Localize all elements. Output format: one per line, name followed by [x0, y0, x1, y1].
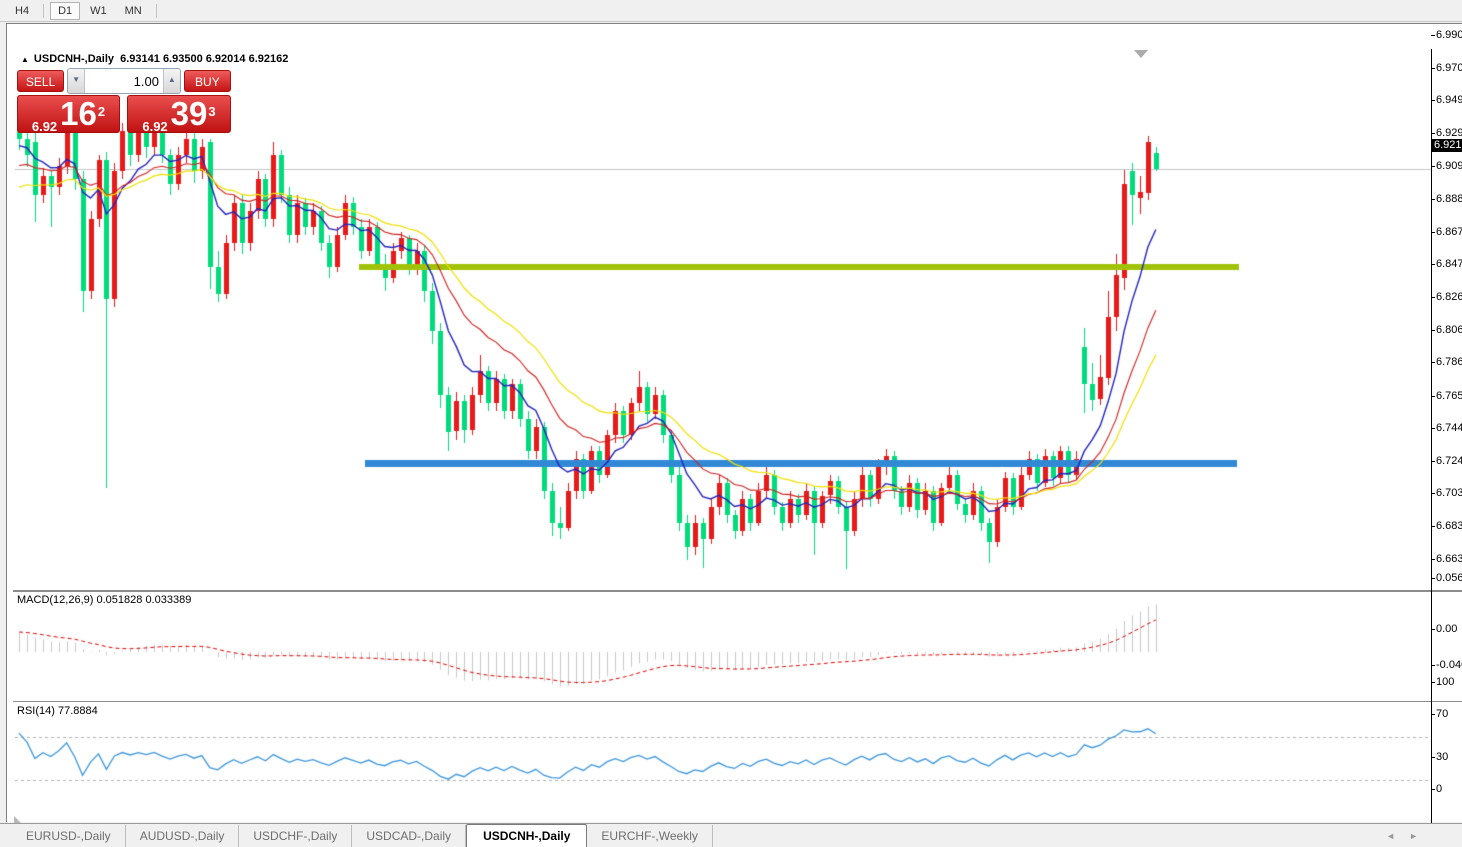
chart-tab-eurchf-weekly[interactable]: EURCHF-,Weekly: [587, 825, 713, 847]
axis-tick: [1431, 558, 1435, 560]
rsi-tick-label: 0: [1436, 783, 1443, 796]
price-tick-label: 6.66310: [1436, 552, 1462, 565]
axis-tick: [1431, 199, 1435, 201]
volume-increase-icon[interactable]: ▲: [162, 69, 180, 93]
tab-scroll-right-icon[interactable]: ►: [1409, 831, 1418, 841]
buy-price-pips: 39: [170, 95, 208, 132]
macd-tick-label: 0.00: [1436, 623, 1458, 635]
price-tick-label: 6.90910: [1436, 159, 1462, 172]
price-tick-label: 6.92950: [1436, 127, 1462, 139]
timeframe-button-w1[interactable]: W1: [82, 2, 115, 20]
price-tick-label: 6.84730: [1436, 258, 1462, 271]
axis-tick: [1431, 100, 1435, 102]
price-tick-label: 6.74470: [1436, 422, 1462, 435]
tab-scroll-arrows: ◄ ►: [1386, 824, 1418, 847]
axis-tick: [1431, 526, 1435, 528]
macd-tick-label: -0.040218: [1436, 659, 1462, 672]
pane-splitter-rsi[interactable]: [13, 701, 1462, 702]
price-tick-label: 6.80650: [1436, 323, 1462, 336]
chart-tab-usdcad-daily[interactable]: USDCAD-,Daily: [352, 825, 467, 847]
price-tick-label: 6.88810: [1436, 193, 1462, 206]
toolbar-separator: [43, 3, 45, 18]
axis-tick: [1431, 165, 1435, 167]
axis-tick: [1431, 296, 1435, 298]
rsi-pane-canvas[interactable]: [15, 702, 1431, 824]
buy-quote-box[interactable]: 6.92 39 3: [127, 95, 231, 134]
pane-splitter-macd[interactable]: [13, 590, 1462, 592]
price-tick-label: 6.94990: [1436, 94, 1462, 107]
sell-button[interactable]: SELL: [17, 70, 65, 92]
price-tick-label: 6.82690: [1436, 290, 1462, 303]
chart-tab-eurusd-daily[interactable]: EURUSD-,Daily: [12, 825, 126, 847]
axis-tick: [1431, 35, 1435, 37]
macd-signal-value: 0.033389: [145, 594, 192, 606]
axis-tick: [1431, 681, 1435, 683]
sell-quote-box[interactable]: 6.92 16 2: [17, 95, 120, 134]
price-tick-label: 6.72430: [1436, 454, 1462, 467]
timeframe-button-mn[interactable]: MN: [117, 2, 150, 20]
price-tick-label: 6.78610: [1436, 356, 1462, 369]
axis-tick: [1431, 757, 1435, 758]
chart-tab-usdcnh-daily[interactable]: USDCNH-,Daily: [466, 824, 588, 847]
axis-tick: [1431, 578, 1435, 580]
rsi-tick-label: 100: [1436, 675, 1455, 688]
tab-scroll-left-icon[interactable]: ◄: [1386, 831, 1395, 841]
macd-name: MACD(12,26,9): [17, 594, 94, 606]
axis-tick: [1431, 665, 1435, 667]
toolbar-separator: [155, 3, 157, 18]
sell-price-prefix: 6.92: [31, 119, 58, 134]
sell-price-pips: 16: [60, 95, 97, 132]
volume-input[interactable]: [84, 69, 163, 93]
chart-symbol-label: USDCNH-,Daily: [33, 53, 114, 65]
axis-tick: [1431, 428, 1435, 430]
timeframe-button-h4[interactable]: H4: [7, 2, 37, 20]
chart-window: ▲ USDCNH-,Daily 6.93141 6.93500 6.92014 6…: [0, 23, 1462, 841]
rsi-tick-label: 70: [1436, 708, 1449, 720]
axis-tick: [1431, 460, 1435, 462]
collapse-triangle-icon[interactable]: ▲: [21, 55, 29, 64]
timeframe-button-d1[interactable]: D1: [50, 1, 81, 20]
timeframe-toolbar: H4 D1 W1 MN: [0, 0, 1462, 22]
one-click-trade-panel: SELL ▼ ▲ BUY 6.92162 6.92393: [17, 68, 231, 134]
axis-tick: [1431, 789, 1435, 791]
chart-tab-audusd-daily[interactable]: AUDUSD-,Daily: [126, 825, 240, 847]
axis-tick: [1431, 67, 1435, 69]
chart-tab-bar: EURUSD-,Daily AUDUSD-,Daily USDCHF-,Daily U…: [0, 823, 1462, 847]
scroll-to-end-marker-icon[interactable]: [1134, 50, 1148, 58]
rsi-name: RSI(14): [17, 705, 55, 717]
axis-tick: [1431, 362, 1435, 364]
axis-tick: [1431, 264, 1435, 266]
sell-price-point: 2: [97, 104, 106, 119]
axis-tick: [1431, 329, 1435, 331]
volume-decrease-icon[interactable]: ▼: [68, 69, 85, 93]
price-tick-label: 6.76510: [1436, 389, 1462, 402]
rsi-indicator-label: RSI(14) 77.8884: [17, 705, 98, 717]
buy-price-point: 3: [208, 104, 216, 119]
chart-ohlc-values: 6.93141 6.93500 6.92014 6.92162: [120, 53, 289, 65]
buy-button[interactable]: BUY: [183, 70, 231, 92]
volume-stepper: ▼ ▲: [67, 68, 181, 94]
current-price-tag: 6.92162: [1432, 139, 1462, 153]
chart-title: ▲ USDCNH-,Daily 6.93141 6.93500 6.92014 6…: [21, 53, 288, 65]
axis-tick: [1431, 493, 1435, 495]
macd-tick-label: 0.056211: [1436, 572, 1462, 585]
price-tick-label: 6.97030: [1436, 61, 1462, 74]
axis-tick: [1431, 133, 1435, 134]
price-tick-label: 6.99070: [1436, 29, 1462, 42]
rsi-tick-label: 30: [1436, 751, 1449, 763]
axis-tick: [1431, 395, 1435, 397]
axis-tick: [1431, 714, 1435, 715]
macd-pane-canvas[interactable]: [15, 592, 1431, 701]
price-tick-label: 6.68350: [1436, 520, 1462, 533]
rsi-value: 77.8884: [57, 705, 98, 717]
mt4-window: H4 D1 W1 MN ▲ USDCNH-,Daily 6.93141 6.93500 …: [0, 0, 1462, 847]
buy-price-prefix: 6.92: [142, 119, 168, 134]
price-tick-label: 6.70390: [1436, 487, 1462, 500]
chart-tab-usdchf-daily[interactable]: USDCHF-,Daily: [239, 825, 353, 847]
axis-tick: [1431, 231, 1435, 233]
macd-main-value: 0.051828: [96, 594, 143, 606]
macd-indicator-label: MACD(12,26,9) 0.051828 0.033389: [17, 594, 191, 606]
price-tick-label: 6.86770: [1436, 225, 1462, 238]
axis-tick: [1431, 629, 1435, 630]
